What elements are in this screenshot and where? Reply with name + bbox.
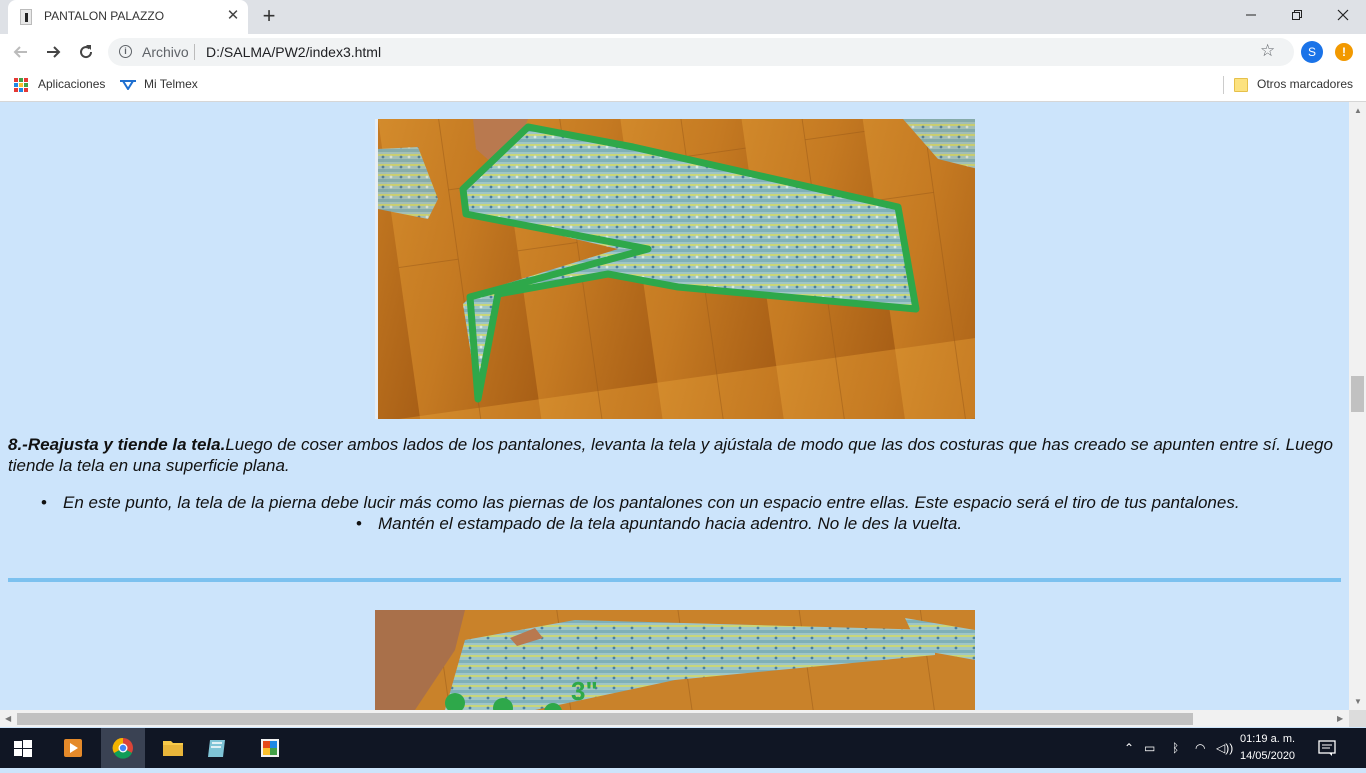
folder-icon <box>1234 78 1248 92</box>
back-button[interactable] <box>11 42 33 62</box>
address-bar[interactable]: i Archivo D:/SALMA/PW2/index3.html ☆ <box>108 38 1294 66</box>
browser-tab[interactable]: PANTALON PALAZZO ✕ <box>8 0 248 34</box>
taskbar-notes-app[interactable] <box>195 728 239 768</box>
list-item: En este punto, la tela de la pierna debe… <box>41 493 1240 513</box>
fabric-photo-2: 3" <box>375 610 975 710</box>
section-divider <box>8 578 1341 582</box>
folder-icon <box>163 741 183 756</box>
bookmarks-divider <box>1223 76 1224 94</box>
new-tab-button[interactable]: + <box>258 5 280 27</box>
telmex-logo-icon <box>120 80 136 90</box>
scroll-down-icon[interactable]: ▼ <box>1354 697 1362 706</box>
bookmark-apps[interactable]: Aplicaciones <box>38 77 105 91</box>
paint-app-icon <box>261 739 279 757</box>
scheme-label: Archivo <box>142 44 189 60</box>
taskbar-paint-app[interactable] <box>248 728 292 768</box>
reload-button[interactable] <box>76 42 98 62</box>
measurement-label: 3" <box>571 676 598 706</box>
show-hidden-icons[interactable]: ⌃ <box>1124 741 1134 755</box>
page-favicon-icon <box>20 9 32 25</box>
notebook-icon <box>208 740 225 757</box>
volume-icon[interactable]: ◁)) <box>1216 741 1233 755</box>
taskbar-clock[interactable]: 01:19 a. m. 14/05/2020 <box>1240 731 1295 765</box>
arrow-left-icon <box>13 46 27 58</box>
reload-icon <box>80 45 93 59</box>
bookmarks-bar: Aplicaciones Mi Telmex Otros marcadores <box>0 70 1366 102</box>
url-text[interactable]: D:/SALMA/PW2/index3.html <box>206 44 381 60</box>
arrow-right-icon <box>47 46 61 58</box>
clock-time: 01:19 a. m. <box>1240 733 1296 745</box>
taskbar-file-explorer[interactable] <box>151 728 195 768</box>
bookmark-star-icon[interactable]: ☆ <box>1260 41 1275 61</box>
info-icon[interactable]: i <box>119 45 132 58</box>
restore-icon <box>1292 10 1302 20</box>
omnibox-divider <box>194 44 195 60</box>
profile-avatar[interactable]: S <box>1301 41 1323 63</box>
fabric-photo-1 <box>378 119 975 419</box>
scrollbar-corner <box>1349 710 1366 727</box>
forward-button[interactable] <box>43 42 65 62</box>
apps-grid-icon <box>14 78 28 92</box>
start-button[interactable] <box>0 728 44 768</box>
battery-icon[interactable]: ▭ <box>1144 741 1155 755</box>
horizontal-scroll-thumb[interactable] <box>17 713 1193 725</box>
minimize-button[interactable] <box>1228 0 1274 30</box>
close-icon <box>1337 9 1349 21</box>
bluetooth-icon[interactable]: ᛒ <box>1172 741 1179 755</box>
clock-date: 14/05/2020 <box>1240 750 1296 762</box>
list-item: Mantén el estampado de la tela apuntando… <box>356 514 962 534</box>
step-8-heading: 8.-Reajusta y tiende la tela. <box>8 435 226 454</box>
windows-logo-icon <box>14 740 32 757</box>
taskbar-chrome[interactable] <box>101 728 145 768</box>
chrome-icon <box>112 737 133 759</box>
restore-button[interactable] <box>1274 0 1320 30</box>
wifi-icon[interactable]: ◠ <box>1195 741 1205 755</box>
taskbar-media-player[interactable] <box>51 728 95 768</box>
media-player-icon <box>64 739 82 757</box>
photo-trousers-measure: 3" <box>375 610 975 710</box>
close-window-button[interactable] <box>1320 0 1366 30</box>
minimize-icon <box>1246 14 1256 16</box>
notifications-icon[interactable] <box>1318 740 1336 756</box>
browser-toolbar: i Archivo D:/SALMA/PW2/index3.html ☆ <box>0 34 1366 70</box>
scroll-right-icon[interactable]: ▶ <box>1337 714 1343 723</box>
page-viewport[interactable]: 8.-Reajusta y tiende la tela.Luego de co… <box>0 102 1349 710</box>
tab-title: PANTALON PALAZZO <box>44 9 165 23</box>
tab-strip: PANTALON PALAZZO ✕ + <box>0 0 1366 34</box>
vertical-scroll-thumb[interactable] <box>1351 376 1364 412</box>
bookmark-telmex[interactable]: Mi Telmex <box>144 77 198 91</box>
scroll-up-icon[interactable]: ▲ <box>1354 106 1362 115</box>
photo-trousers-outlined <box>375 119 975 419</box>
step-8-paragraph: 8.-Reajusta y tiende la tela.Luego de co… <box>8 434 1344 476</box>
close-tab-icon[interactable]: ✕ <box>224 7 242 25</box>
scroll-left-icon[interactable]: ◀ <box>5 714 11 723</box>
bookmark-other-folder[interactable]: Otros marcadores <box>1257 77 1353 91</box>
update-alert-icon[interactable]: ! <box>1335 43 1353 61</box>
